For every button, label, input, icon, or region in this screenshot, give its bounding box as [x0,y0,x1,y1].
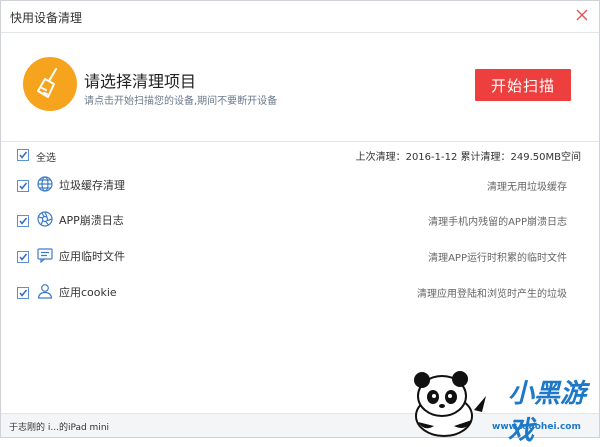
item-label: 应用临时文件 [59,250,125,263]
item-label: 应用cookie [59,286,117,299]
device-name: 于志刚的 i...的iPad mini [9,423,110,433]
watermark: 小黑游戏 www.xiaohei.com [404,366,600,446]
select-all-row: 全选 上次清理：2016-1-12 累计清理：249.50MB空间 [1,142,599,166]
chat-window-icon [36,246,54,264]
window-title: 快用设备清理 [10,11,83,25]
select-all-checkbox[interactable] [17,149,29,161]
watermark-text: 小黑游戏 [508,379,587,446]
list-item[interactable]: 应用cookie 清理应用登陆和浏览时产生的垃圾 [1,277,599,307]
globe-icon [36,175,54,193]
panda-icon [414,371,486,437]
list-item[interactable]: 垃圾缓存清理 清理无用垃圾缓存 [1,170,599,200]
select-all-label: 全选 [36,153,56,164]
item-description: 清理应用登陆和浏览时产生的垃圾 [417,289,567,300]
header-title: 请选择清理项目 [84,72,197,91]
item-checkbox[interactable] [17,287,29,299]
header-subtitle: 请点击开始扫描您的设备,期间不要断开设备 [84,96,278,107]
item-checkbox[interactable] [17,180,29,192]
last-clean-info: 上次清理：2016-1-12 累计清理：249.50MB空间 [355,152,581,163]
user-icon [36,282,54,300]
watermark-url: www.xiaohei.com [492,422,581,432]
item-label: 垃圾缓存清理 [59,179,125,192]
item-checkbox[interactable] [17,251,29,263]
item-description: 清理APP运行时积累的临时文件 [428,253,567,264]
item-description: 清理无用垃圾缓存 [487,182,567,193]
item-description: 清理手机内残留的APP崩溃日志 [428,217,567,228]
broom-icon [23,57,77,111]
header-panel: 请选择清理项目 请点击开始扫描您的设备,期间不要断开设备 开始扫描 [1,33,599,141]
close-icon[interactable] [573,6,591,24]
list-item[interactable]: APP崩溃日志 清理手机内残留的APP崩溃日志 [1,205,599,235]
item-label: APP崩溃日志 [59,214,124,227]
start-scan-button[interactable]: 开始扫描 [475,69,571,101]
item-checkbox[interactable] [17,215,29,227]
aperture-icon [36,210,54,228]
list-item[interactable]: 应用临时文件 清理APP运行时积累的临时文件 [1,241,599,271]
title-bar: 快用设备清理 [1,1,599,33]
